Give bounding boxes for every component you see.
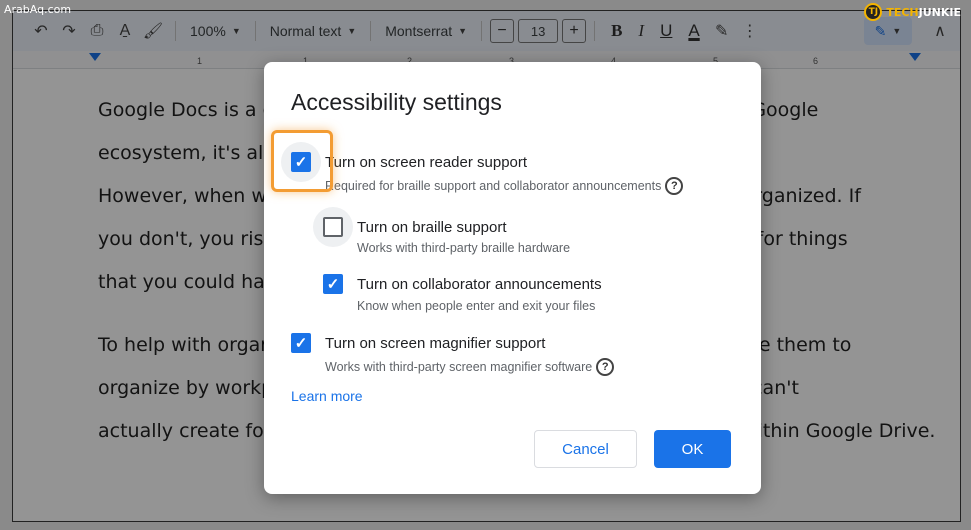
braille-checkbox[interactable] (323, 217, 343, 237)
option-description-text: Required for braille support and collabo… (325, 179, 662, 193)
watermark-techjunkie: TJ TECHJUNKIE (864, 3, 961, 21)
screen-magnifier-checkbox[interactable]: ✓ (291, 333, 311, 353)
option-description: Works with third-party braille hardware (357, 241, 570, 255)
option-description-text: Works with third-party screen magnifier … (325, 360, 593, 374)
option-description: Works with third-party screen magnifier … (325, 358, 615, 376)
help-icon[interactable]: ? (596, 358, 615, 376)
option-label: Turn on screen magnifier support (325, 335, 546, 352)
watermark-tech: TECH (886, 5, 919, 19)
learn-more-link[interactable]: Learn more (291, 388, 363, 404)
techjunkie-logo: TJ (864, 3, 883, 21)
option-description: Know when people enter and exit your fil… (357, 299, 595, 313)
screenshot-frame: ArabAq.com TJ TECHJUNKIE ↶ ↷ ⎙ A̱ 🖌 100%… (0, 0, 971, 530)
help-icon[interactable]: ? (665, 177, 684, 195)
dialog-title: Accessibility settings (291, 89, 502, 115)
cancel-button[interactable]: Cancel (534, 430, 637, 468)
accessibility-settings-dialog: Accessibility settings ✓ Turn on screen … (264, 62, 761, 494)
highlight-annotation (271, 130, 333, 192)
collaborator-announcements-checkbox[interactable]: ✓ (323, 274, 343, 294)
watermark-arabaq: ArabAq.com (4, 3, 72, 16)
option-label: Turn on braille support (357, 219, 507, 236)
option-description-text: Works with third-party braille hardware (357, 241, 571, 255)
option-label: Turn on screen reader support (325, 154, 528, 171)
check-icon: ✓ (294, 335, 308, 352)
option-description: Required for braille support and collabo… (325, 177, 684, 195)
option-description-text: Know when people enter and exit your fil… (357, 299, 596, 313)
check-icon: ✓ (326, 276, 340, 293)
watermark-junkie: JUNKIE (918, 5, 961, 19)
option-label: Turn on collaborator announcements (357, 276, 602, 293)
ok-button[interactable]: OK (654, 430, 731, 468)
